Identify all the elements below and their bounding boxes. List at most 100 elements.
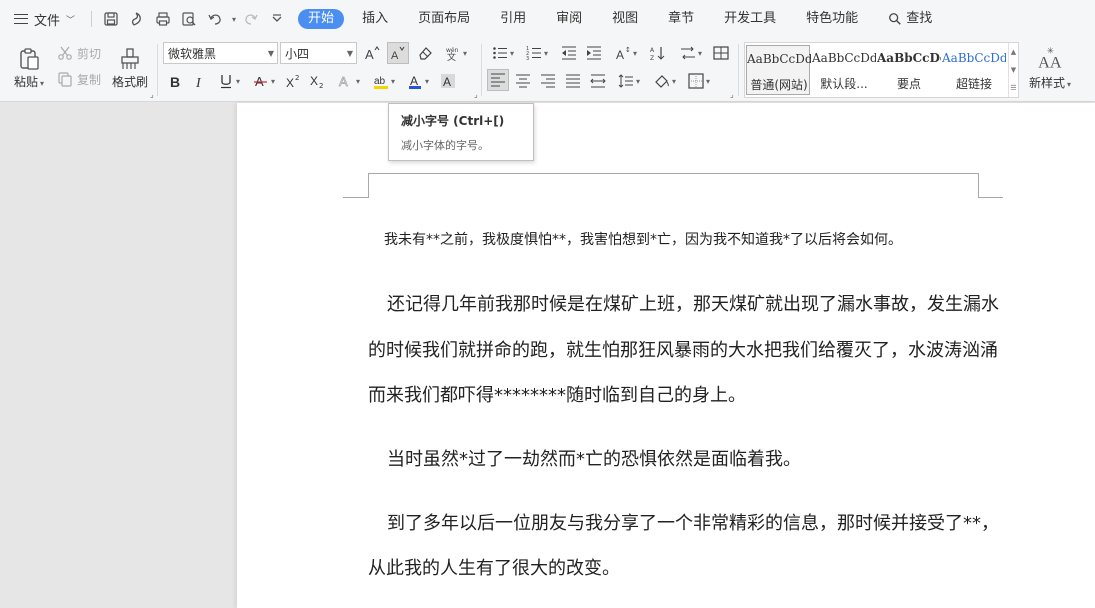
- svg-text:I: I: [195, 76, 202, 89]
- paragraph[interactable]: 到了多年以后一位朋友与我分享了一个非常精彩的信息，那时候并接受了**，: [387, 509, 999, 535]
- change-case-button[interactable]: A ↕ ▾: [611, 42, 641, 64]
- text-direction-button[interactable]: ▾: [676, 42, 706, 64]
- gallery-scrollbar[interactable]: ▲ ▼ ☰: [1008, 43, 1018, 97]
- paste-button[interactable]: 粘贴 ▾: [10, 42, 48, 94]
- quick-access-toolbar: ▾: [87, 8, 288, 30]
- tab-page-layout[interactable]: 页面布局: [406, 9, 482, 29]
- clear-formatting-button[interactable]: [415, 42, 435, 64]
- tab-references[interactable]: 引用: [488, 9, 538, 29]
- style-strong[interactable]: AaBbCcDd 要点: [877, 45, 941, 95]
- format-painter-label: 格式刷: [111, 74, 148, 89]
- shading-button[interactable]: ▾: [650, 70, 680, 92]
- clipboard-dialog-launcher[interactable]: ⌟: [150, 90, 154, 99]
- outdent-icon: [562, 46, 576, 60]
- bold-button[interactable]: B: [165, 70, 185, 92]
- increase-font-size-button[interactable]: A: [362, 42, 382, 64]
- justify-button[interactable]: [563, 70, 583, 92]
- chevron-down-icon: ▾: [235, 76, 240, 86]
- font-size-select[interactable]: 小四 ▼: [280, 42, 357, 64]
- bullets-button[interactable]: ▾: [488, 42, 518, 64]
- superscript-button[interactable]: X2: [283, 70, 303, 92]
- document-page[interactable]: 我未有**之前，我极度惧怕**，我害怕想到*亡，因为我不知道我*了以后将会如何。…: [237, 103, 1095, 608]
- paragraph[interactable]: 还记得几年前我那时候是在煤矿上班，那天煤矿就出现了漏水事故，发生漏水: [387, 290, 999, 316]
- style-name: 默认段...: [820, 77, 868, 91]
- paragraph[interactable]: 而来我们都吓得********随时临到自己的身上。: [368, 381, 746, 407]
- font-name-select[interactable]: 微软雅黑 ▼: [163, 42, 278, 64]
- chevron-down-icon: ▾: [355, 76, 360, 86]
- cut-button[interactable]: 剪切: [57, 44, 101, 62]
- header-boundary-line: [368, 173, 978, 174]
- tab-developer[interactable]: 开发工具: [712, 9, 788, 29]
- distributed-icon: [590, 74, 606, 88]
- distributed-button[interactable]: [588, 70, 608, 92]
- tab-insert[interactable]: 插入: [350, 9, 400, 29]
- font-color-button[interactable]: A ▾: [404, 70, 432, 92]
- export-pdf-icon[interactable]: [126, 8, 148, 30]
- svg-text:B: B: [170, 74, 180, 89]
- show-hide-marks-button[interactable]: [711, 42, 731, 64]
- decrease-indent-button[interactable]: [559, 42, 579, 64]
- home-ribbon: 粘贴 ▾ 剪切 复制 格式刷 ⌟ 微软雅黑 ▼ 小四 ▼ A A wén 文 ▾ B…: [0, 38, 1095, 102]
- paragraph[interactable]: 从此我的人生有了很大的改变。: [368, 554, 620, 580]
- style-hyperlink[interactable]: AaBbCcDd 超链接: [942, 45, 1006, 95]
- line-spacing-icon: [618, 74, 633, 88]
- save-icon[interactable]: [100, 8, 122, 30]
- line-spacing-button[interactable]: ▾: [614, 70, 644, 92]
- svg-text:X: X: [310, 74, 318, 88]
- print-preview-icon[interactable]: [178, 8, 200, 30]
- paragraph[interactable]: 当时虽然*过了一劫然而*亡的恐惧依然是面临着我。: [387, 445, 801, 471]
- chevron-down-icon: ﹀: [66, 15, 76, 26]
- copy-button[interactable]: 复制: [57, 70, 101, 88]
- text-effects-button[interactable]: A ▾: [335, 70, 363, 92]
- font-dialog-launcher[interactable]: ⌟: [474, 90, 478, 99]
- tab-search[interactable]: 查找: [876, 9, 944, 29]
- new-style-icon: AA✳: [1038, 46, 1062, 71]
- italic-button[interactable]: I: [190, 70, 210, 92]
- tab-section[interactable]: 章节: [656, 9, 706, 29]
- style-name: 超链接: [955, 77, 992, 91]
- svg-text:2: 2: [295, 74, 299, 82]
- file-menu-button[interactable]: 文件 ﹀: [14, 7, 75, 31]
- tab-review[interactable]: 审阅: [544, 9, 594, 29]
- bullet-list-icon: [493, 47, 507, 59]
- paragraph-dialog-launcher[interactable]: ⌟: [730, 90, 734, 99]
- svg-text:A: A: [443, 75, 451, 89]
- chevron-down-icon[interactable]: ▼: [1011, 66, 1016, 74]
- chevron-down-icon: ▾: [462, 48, 467, 58]
- increase-indent-button[interactable]: [584, 42, 604, 64]
- align-center-button[interactable]: [513, 70, 533, 92]
- undo-dropdown-icon[interactable]: ▾: [232, 15, 236, 24]
- file-menu-label: 文件: [34, 13, 61, 29]
- align-left-button[interactable]: [487, 69, 509, 91]
- strikethrough-button[interactable]: A ▾: [250, 70, 278, 92]
- style-normal-web[interactable]: AaBbCcDd 普通(网站): [746, 45, 811, 95]
- chevron-down-icon: ▾: [390, 76, 395, 86]
- more-icon[interactable]: ☰: [1010, 84, 1016, 92]
- phonetic-guide-button[interactable]: wén 文 ▾: [442, 42, 470, 64]
- tab-special-features[interactable]: 特色功能: [794, 9, 870, 29]
- decrease-font-size-button[interactable]: A: [387, 42, 409, 64]
- svg-text:A: A: [616, 48, 624, 61]
- tab-view[interactable]: 视图: [600, 9, 650, 29]
- highlight-button[interactable]: ab ▾: [370, 70, 398, 92]
- sort-button[interactable]: AZ: [648, 42, 668, 64]
- borders-button[interactable]: ▾: [684, 70, 714, 92]
- tooltip-title: 减小字号 (Ctrl+[): [401, 114, 505, 128]
- customize-toolbar-icon[interactable]: [266, 8, 288, 30]
- character-shading-button[interactable]: A: [438, 70, 458, 92]
- redo-icon[interactable]: [240, 8, 262, 30]
- underline-button[interactable]: ▾: [215, 70, 243, 92]
- subscript-button[interactable]: X2: [307, 70, 327, 92]
- tab-home[interactable]: 开始: [298, 9, 345, 29]
- undo-icon[interactable]: [204, 8, 226, 30]
- style-sample: AaBbCcDd: [747, 52, 811, 66]
- new-style-button[interactable]: AA ✳ 新样式 ▾: [1024, 42, 1076, 94]
- align-right-button[interactable]: [538, 70, 558, 92]
- format-painter-button[interactable]: 格式刷: [110, 42, 150, 94]
- chevron-up-icon[interactable]: ▲: [1011, 48, 1016, 56]
- numbering-button[interactable]: 123 ▾: [522, 42, 552, 64]
- print-icon[interactable]: [152, 8, 174, 30]
- paragraph[interactable]: 我未有**之前，我极度惧怕**，我害怕想到*亡，因为我不知道我*了以后将会如何。: [384, 229, 902, 249]
- style-default-paragraph[interactable]: AaBbCcDd 默认段...: [812, 45, 876, 95]
- paragraph[interactable]: 的时候我们就拼命的跑，就生怕那狂风暴雨的大水把我们给覆灭了，水波涛汹涌: [368, 336, 998, 362]
